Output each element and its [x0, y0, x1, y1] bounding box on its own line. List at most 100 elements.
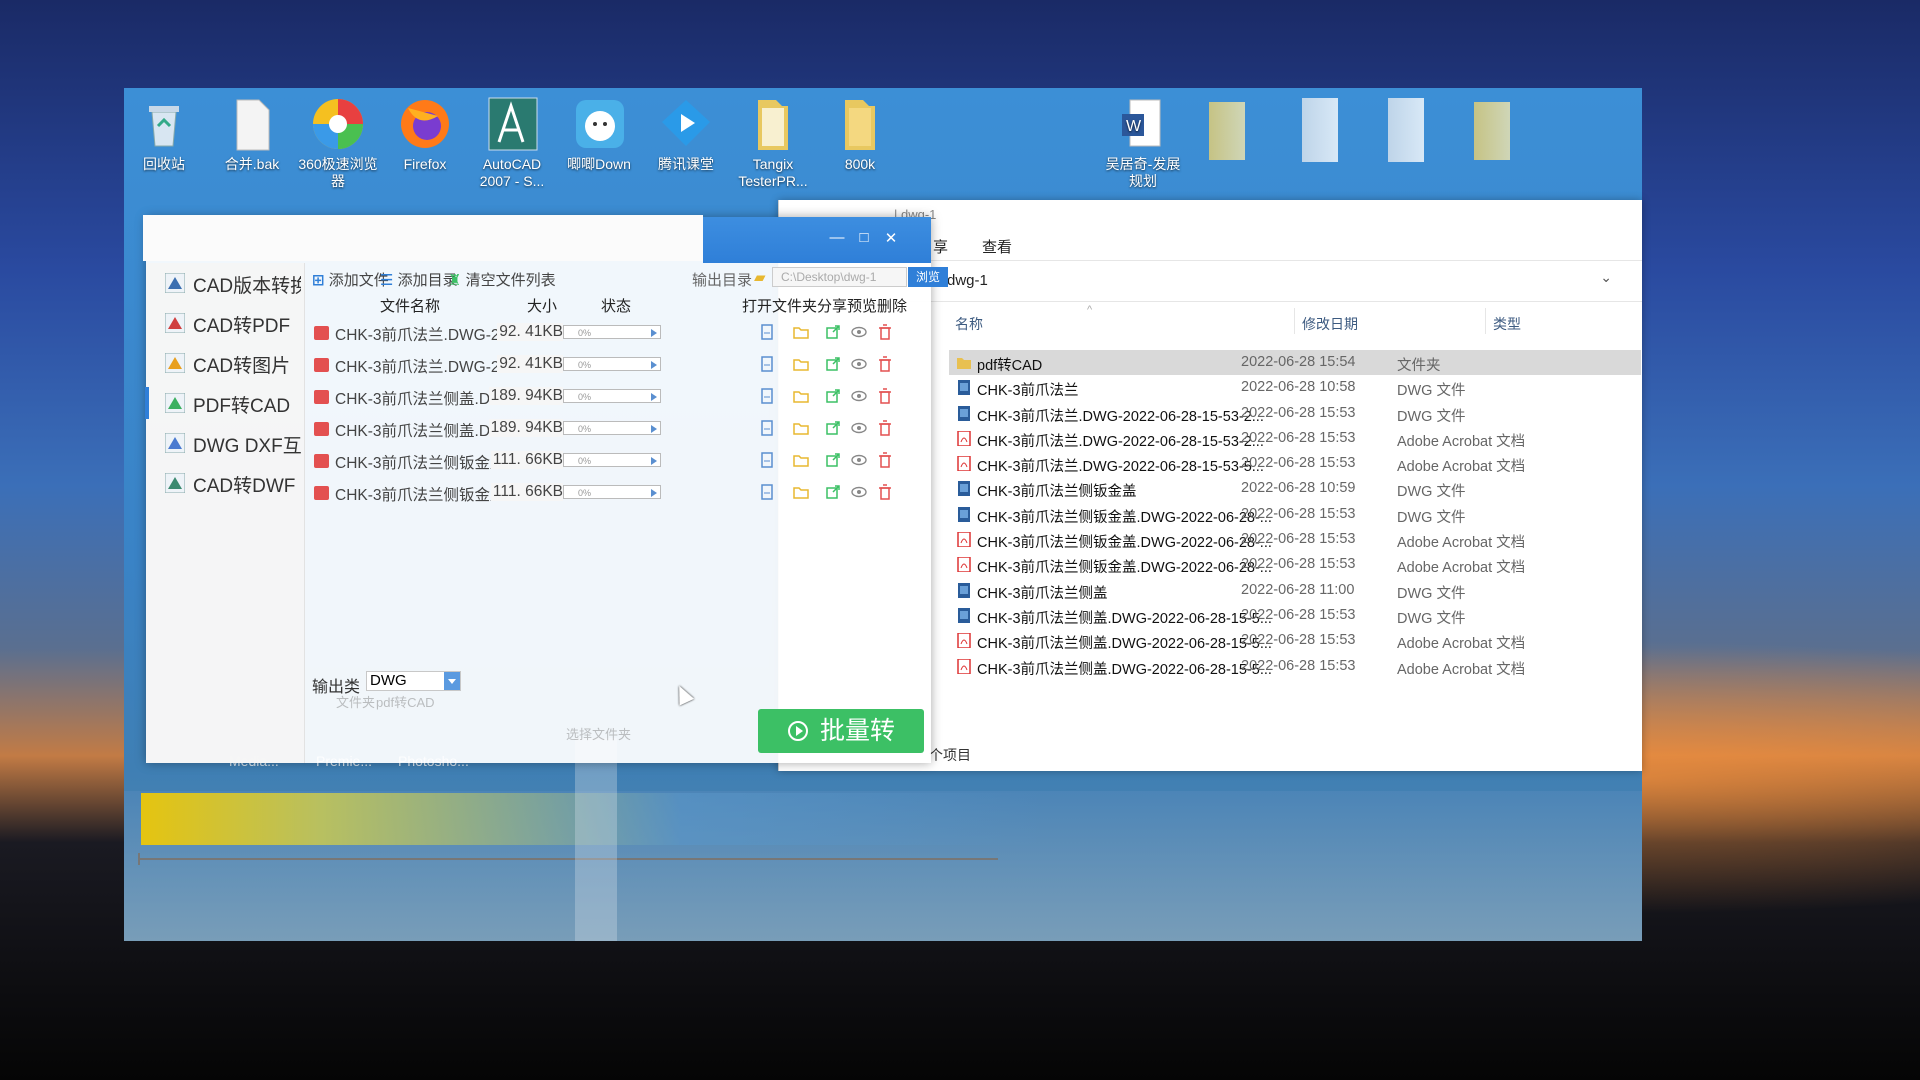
browse-button[interactable]: 浏览: [908, 267, 948, 287]
conversion-file-name: CHK-3前爪法兰.DWG-2022-06-28-15-53-2 92. 41K…: [335, 323, 563, 344]
desktop-icon-360-browser[interactable]: 360极速浏览器: [296, 96, 380, 190]
desktop-icon-recycle-bin[interactable]: 回收站: [124, 96, 206, 173]
folder-icon[interactable]: [793, 388, 809, 404]
tab-view[interactable]: 查看: [982, 236, 1012, 257]
add-folder-button[interactable]: ☰ 添加目录: [380, 269, 458, 290]
conversion-row[interactable]: CHK-3前爪法兰.DWG-2022-06-28-15-53-5 92. 41K…: [312, 351, 932, 377]
open-file-icon[interactable]: [759, 356, 775, 372]
desktop-icon-autocad[interactable]: AutoCAD 2007 - S...: [470, 96, 554, 190]
file-row[interactable]: CHK-3前爪法兰 2022-06-28 10:58 DWG 文件: [949, 375, 1641, 400]
file-icon: [225, 96, 279, 152]
file-row[interactable]: CHK-3前爪法兰.DWG-2022-06-28-15-53-5... 2022-…: [949, 451, 1641, 476]
eye-icon[interactable]: [851, 452, 867, 468]
open-file-icon[interactable]: [759, 324, 775, 340]
eye-icon[interactable]: [851, 420, 867, 436]
trash-icon[interactable]: [877, 484, 893, 500]
eye-icon[interactable]: [851, 356, 867, 372]
sidebar-item[interactable]: CAD转图片: [146, 343, 304, 383]
folder-icon[interactable]: [793, 356, 809, 372]
status-bar: 个项目: [929, 747, 971, 763]
desktop-icon-firefox[interactable]: Firefox: [383, 96, 467, 173]
conversion-row[interactable]: CHK-3前爪法兰侧钣金盖.DWG-2022-06-28 111. 66KB0%: [312, 447, 932, 473]
output-type-select[interactable]: DWG: [366, 671, 461, 691]
folder-icon[interactable]: [793, 452, 809, 468]
file-row[interactable]: CHK-3前爪法兰侧盖.DWG-2022-06-28-15-5... 2022-0…: [949, 654, 1641, 679]
trash-icon[interactable]: [877, 356, 893, 372]
column-date[interactable]: 修改日期: [1302, 314, 1358, 334]
pdf-file-icon: [957, 430, 971, 446]
folder-icon[interactable]: [793, 484, 809, 500]
sidebar-item[interactable]: CAD版本转换: [146, 263, 304, 303]
faded-file-icon[interactable]: [1388, 98, 1424, 162]
open-file-icon[interactable]: [759, 420, 775, 436]
faded-folder-icon[interactable]: [1209, 102, 1245, 160]
file-row[interactable]: CHK-3前爪法兰.DWG-2022-06-28-15-53-2... 2022-…: [949, 401, 1641, 426]
desktop-icon-800k[interactable]: 800k: [818, 96, 902, 173]
conversion-row[interactable]: CHK-3前爪法兰侧钣金盖.DWG-2022-06-28 111. 66KB0%: [312, 479, 932, 505]
file-row[interactable]: CHK-3前爪法兰侧盖.DWG-2022-06-28-15-5... 2022-0…: [949, 628, 1641, 653]
file-type: Adobe Acrobat 文档: [1397, 459, 1526, 476]
trash-icon[interactable]: [877, 388, 893, 404]
folder-icon[interactable]: [793, 324, 809, 340]
trash-icon[interactable]: [877, 452, 893, 468]
eye-icon[interactable]: [851, 324, 867, 340]
file-name: CHK-3前爪法兰.DWG-2022-06-28-15-53-2...: [977, 408, 1264, 425]
conversion-row[interactable]: CHK-3前爪法兰侧盖.DWG-2022-06-28-15-5 189. 94K…: [312, 383, 932, 409]
column-actions: 打开文件夹分享预览删除: [742, 298, 908, 315]
sidebar-item[interactable]: CAD转PDF: [146, 303, 304, 343]
open-file-icon[interactable]: [759, 484, 775, 500]
sidebar-item[interactable]: DWG DXF互转: [146, 423, 304, 463]
sidebar-item[interactable]: CAD转DWF: [146, 463, 304, 503]
batch-convert-button[interactable]: 批量转: [758, 709, 924, 753]
play-icon: [788, 721, 808, 741]
column-type[interactable]: 类型: [1493, 314, 1521, 334]
file-row[interactable]: CHK-3前爪法兰侧盖 2022-06-28 11:00 DWG 文件: [949, 578, 1641, 603]
output-path-input[interactable]: C:\Desktop\dwg-1: [772, 267, 907, 287]
desktop-icon-tencent-class[interactable]: 腾讯课堂: [644, 96, 728, 173]
eye-icon[interactable]: [851, 388, 867, 404]
share-icon[interactable]: [825, 452, 841, 468]
trash-icon[interactable]: [877, 324, 893, 340]
share-icon[interactable]: [825, 356, 841, 372]
file-name: CHK-3前爪法兰侧盖.DWG-2022-06-28-15-5...: [977, 610, 1272, 627]
folder-icon[interactable]: [793, 420, 809, 436]
share-icon[interactable]: [825, 388, 841, 404]
conversion-row[interactable]: CHK-3前爪法兰侧盖.DWG-2022-06-28-15-5 189. 94K…: [312, 415, 932, 441]
share-icon[interactable]: [825, 484, 841, 500]
file-row[interactable]: CHK-3前爪法兰侧钣金盖.DWG-2022-06-28-... 2022-06-…: [949, 527, 1641, 552]
progress-bar: 0%: [563, 421, 661, 435]
add-file-button[interactable]: ⊞ 添加文件: [312, 269, 389, 290]
open-file-icon[interactable]: [759, 452, 775, 468]
list-icon: ☰: [380, 272, 394, 289]
minimize-button[interactable]: —: [826, 229, 848, 246]
desktop-icon-bak-file[interactable]: 合并.bak: [210, 96, 294, 173]
clear-list-button[interactable]: ♜ 清空文件列表: [448, 269, 556, 290]
eye-icon[interactable]: [851, 484, 867, 500]
maximize-button[interactable]: □: [853, 229, 875, 246]
file-row[interactable]: CHK-3前爪法兰侧盖.DWG-2022-06-28-15-5... 2022-0…: [949, 603, 1641, 628]
progress-bar: 0%: [563, 389, 661, 403]
trash-icon[interactable]: [877, 420, 893, 436]
file-name: CHK-3前爪法兰侧盖.DWG-2022-06-28-15-5...: [977, 661, 1272, 678]
faded-folder-icon[interactable]: [1474, 102, 1510, 160]
file-row[interactable]: CHK-3前爪法兰侧钣金盖.DWG-2022-06-28-... 2022-06-…: [949, 552, 1641, 577]
pdf-file-icon: [957, 633, 971, 649]
close-button[interactable]: ✕: [880, 229, 902, 247]
share-icon[interactable]: [825, 420, 841, 436]
tab-share[interactable]: 享: [933, 236, 948, 257]
open-file-icon[interactable]: [759, 388, 775, 404]
sidebar-item[interactable]: PDF转CAD: [145, 383, 304, 423]
file-row[interactable]: CHK-3前爪法兰侧钣金盖.DWG-2022-06-28-... 2022-06-…: [949, 502, 1641, 527]
conversion-row[interactable]: CHK-3前爪法兰.DWG-2022-06-28-15-53-2 92. 41K…: [312, 319, 932, 345]
file-row[interactable]: CHK-3前爪法兰.DWG-2022-06-28-15-53-2... 2022-…: [949, 426, 1641, 451]
desktop-icon-tangix[interactable]: Tangix TesterPR...: [731, 96, 815, 190]
share-icon[interactable]: [825, 324, 841, 340]
column-name[interactable]: 名称: [955, 314, 983, 334]
desktop-icon-word-doc[interactable]: W 吴居奇-发展规划: [1101, 96, 1185, 190]
chevron-down-icon[interactable]: ⌄: [1600, 269, 1612, 286]
converter-icon: [165, 473, 185, 493]
faded-file-icon[interactable]: [1302, 98, 1338, 162]
file-row[interactable]: pdf转CAD 2022-06-28 15:54 文件夹: [949, 350, 1641, 376]
file-row[interactable]: CHK-3前爪法兰侧钣金盖 2022-06-28 10:59 DWG 文件: [949, 476, 1641, 501]
desktop-icon-jijidown[interactable]: 唧唧Down: [557, 96, 641, 173]
